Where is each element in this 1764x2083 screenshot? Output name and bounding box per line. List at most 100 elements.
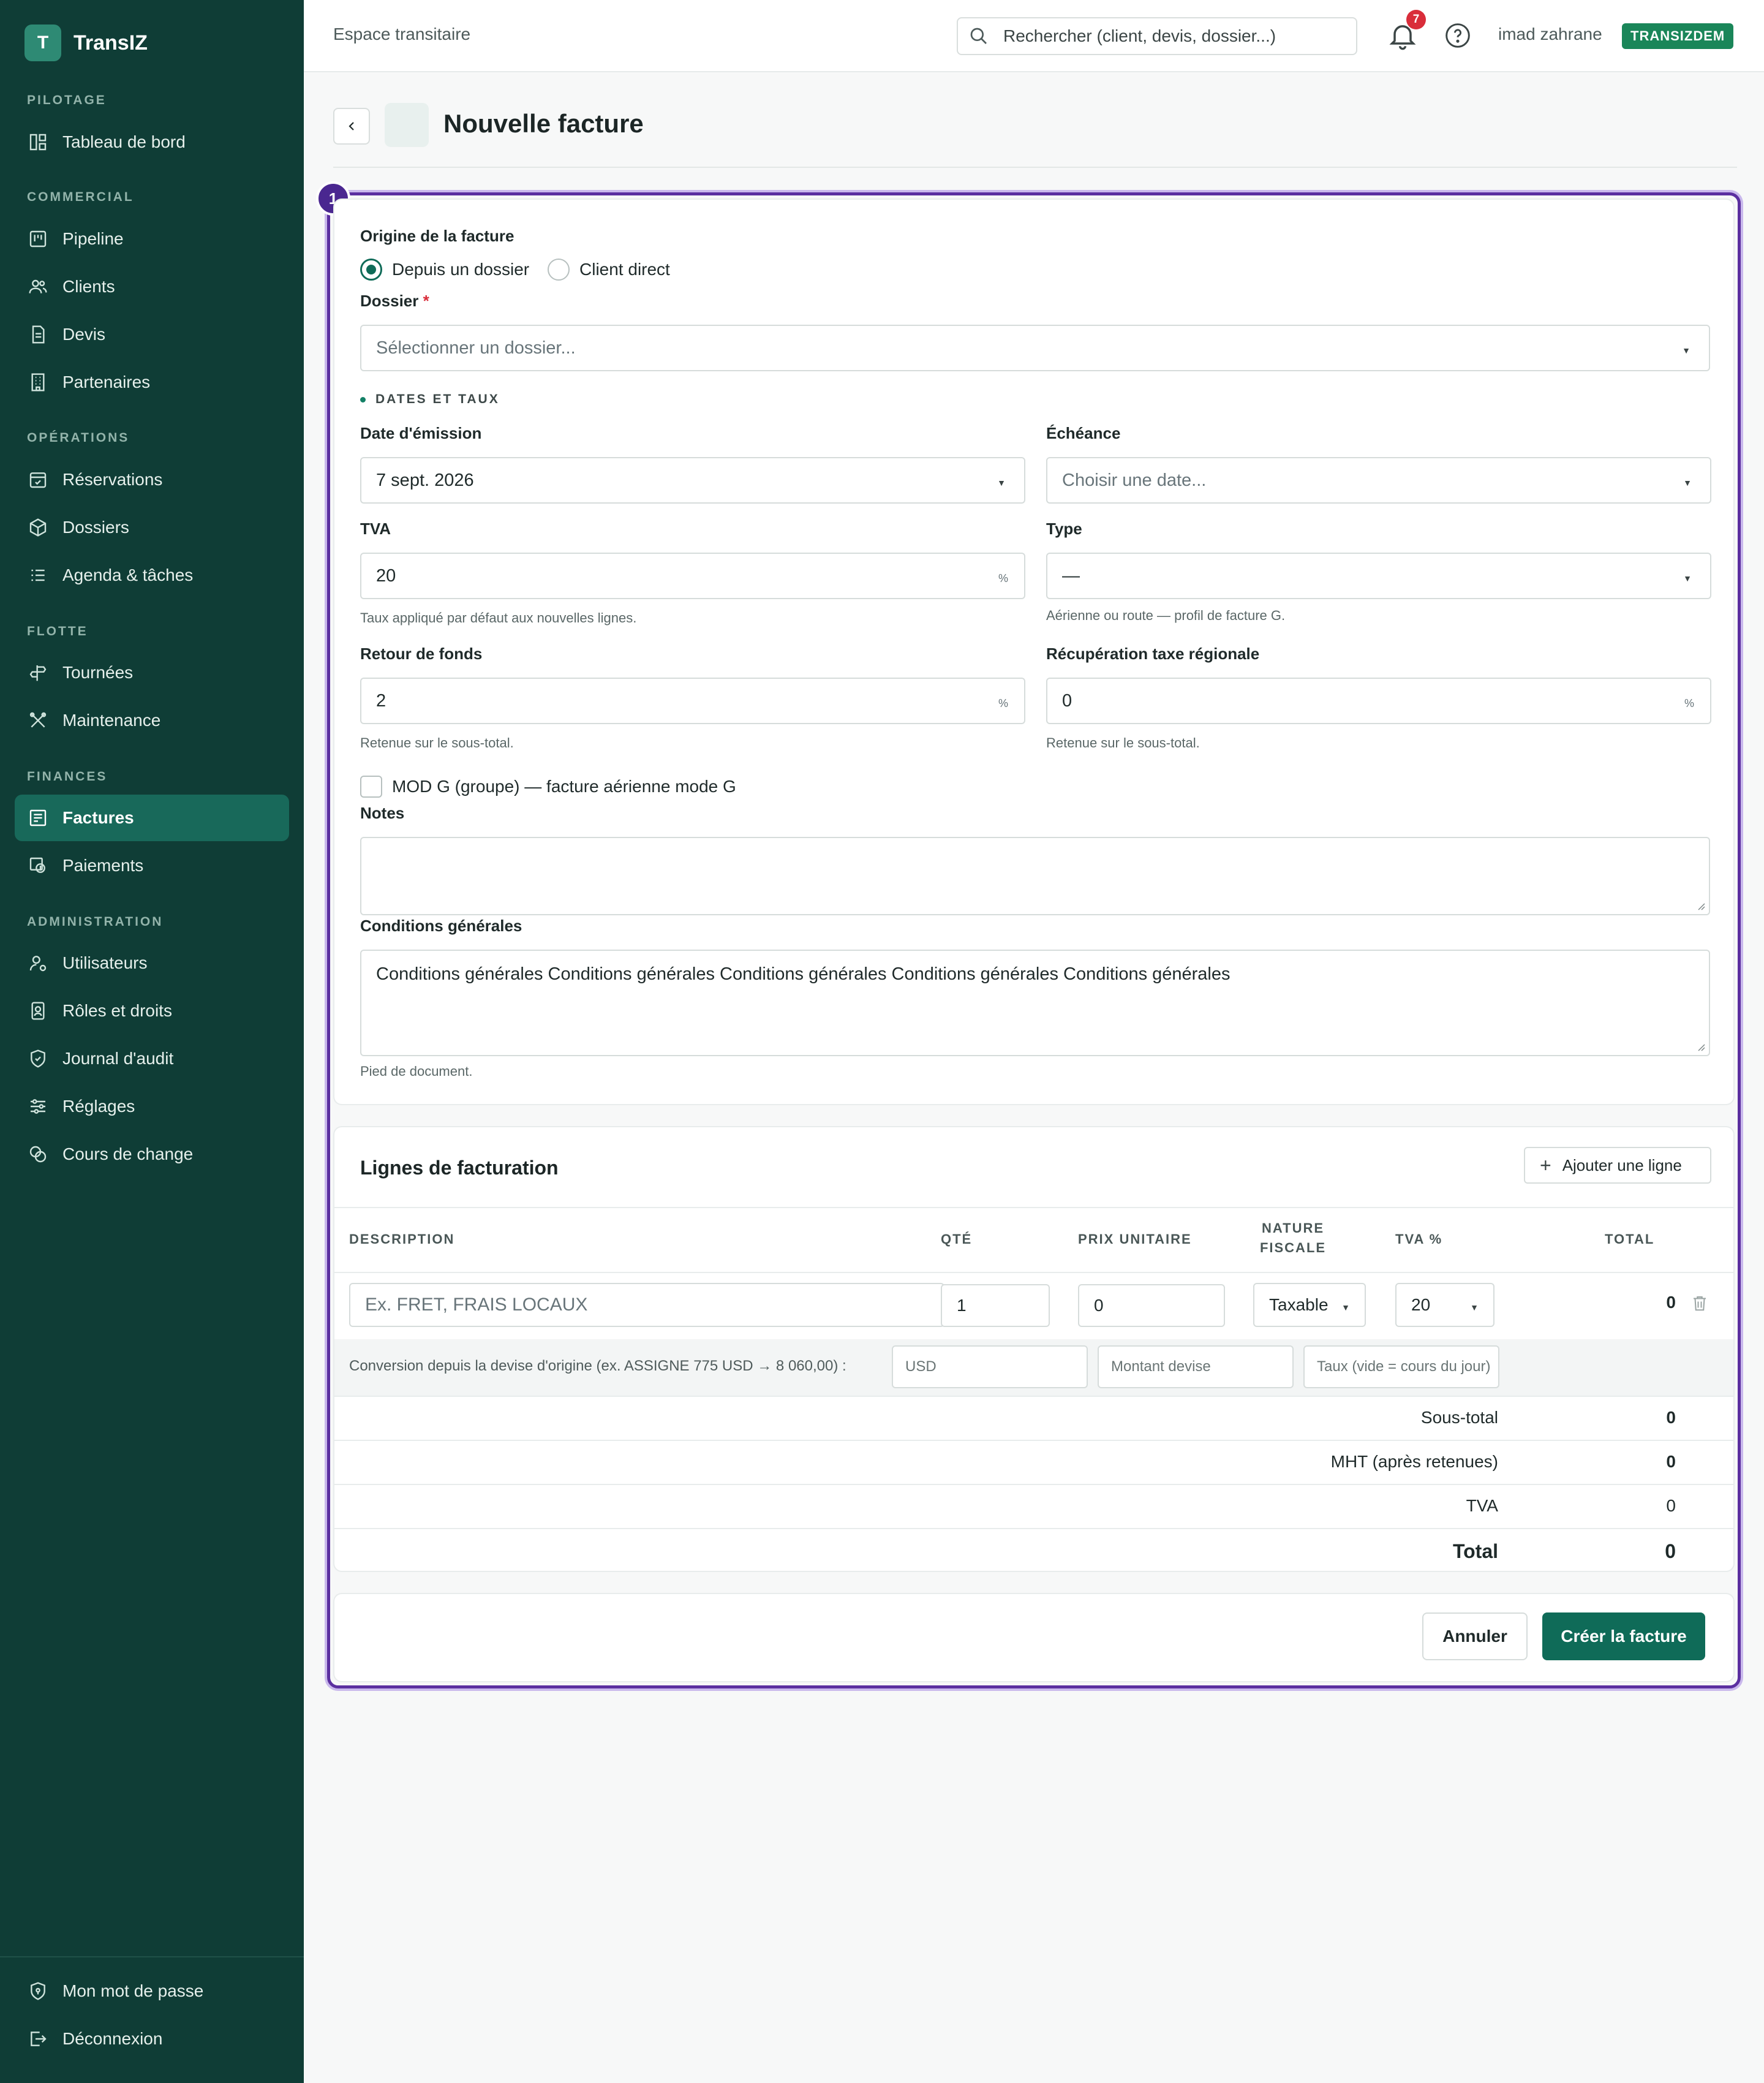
search-input[interactable]	[1003, 26, 1334, 46]
radio-origin-dossier[interactable]: Depuis un dossier	[360, 259, 529, 281]
sidebar-item-utilisateurs[interactable]: Utilisateurs	[15, 940, 289, 986]
sidebar-item-agenda[interactable]: Agenda & tâches	[15, 552, 289, 599]
taxe-input[interactable]: 0 %	[1046, 678, 1711, 724]
plus-icon: +	[1540, 1154, 1551, 1176]
radio-unselected	[548, 259, 570, 281]
sidebar-item-label: Agenda & tâches	[62, 565, 194, 584]
search-box[interactable]	[957, 17, 1357, 55]
line-tva-select[interactable]: 20 ▼	[1395, 1283, 1494, 1327]
notification-count-badge: 7	[1406, 10, 1426, 29]
sidebar-item-label: Réservations	[62, 470, 163, 489]
echeance-picker[interactable]: Choisir une date... ▼	[1046, 457, 1711, 504]
sidebar-item-tournees[interactable]: Tournées	[15, 649, 289, 696]
sidebar: T TransIZ PILOTAGE Tableau de bord COMME…	[0, 0, 304, 2083]
sidebar-item-label: Déconnexion	[62, 2029, 163, 2048]
conversion-label: Conversion depuis la devise d'origine (e…	[349, 1358, 846, 1374]
sidebar-item-clients[interactable]: Clients	[15, 263, 289, 310]
sidebar-item-logout[interactable]: Déconnexion	[15, 2016, 289, 2062]
kanban-icon	[29, 230, 47, 248]
radio-origin-client[interactable]: Client direct	[548, 259, 670, 281]
sidebar-item-password[interactable]: Mon mot de passe	[15, 1968, 289, 2014]
cancel-button[interactable]: Annuler	[1422, 1612, 1528, 1660]
resize-handle-icon[interactable]	[1695, 1042, 1705, 1051]
dossier-select[interactable]: Sélectionner un dossier... ▼	[360, 325, 1710, 371]
column-header-nature: NATURE FISCALE	[1247, 1220, 1339, 1256]
sidebar-item-partenaires[interactable]: Partenaires	[15, 359, 289, 406]
conversion-amount-input[interactable]: Montant devise	[1098, 1345, 1294, 1388]
tva-total-value: 0	[1666, 1496, 1676, 1515]
sidebar-item-label: Mon mot de passe	[62, 1981, 204, 2000]
modg-checkbox[interactable]	[360, 776, 382, 798]
sidebar-item-reglages[interactable]: Réglages	[15, 1083, 289, 1130]
payment-icon	[29, 857, 45, 873]
add-line-label: Ajouter une ligne	[1562, 1155, 1682, 1174]
conversion-rate-placeholder: Taux (vide = cours du jour)	[1317, 1358, 1491, 1375]
line-nature-value: Taxable	[1269, 1295, 1329, 1314]
type-value: —	[1062, 565, 1080, 586]
column-header-description: DESCRIPTION	[349, 1231, 455, 1247]
add-line-button[interactable]: + Ajouter une ligne	[1524, 1147, 1711, 1184]
sidebar-item-pipeline[interactable]: Pipeline	[15, 216, 289, 262]
sidebar-item-dossiers[interactable]: Dossiers	[15, 504, 289, 551]
dates-section-heading: DATES ET TAUX	[360, 392, 500, 407]
line-unit-price-value: 0	[1094, 1296, 1104, 1315]
line-qty-input[interactable]: 1	[941, 1284, 1050, 1327]
conditions-label: Conditions générales	[360, 917, 522, 935]
notes-textarea[interactable]	[360, 837, 1710, 915]
date-emission-picker[interactable]: 7 sept. 2026 ▼	[360, 457, 1025, 504]
sidebar-item-dashboard[interactable]: Tableau de bord	[15, 119, 289, 165]
modg-label[interactable]: MOD G (groupe) — facture aérienne mode G	[392, 777, 736, 796]
sidebar-item-reservations[interactable]: Réservations	[15, 456, 289, 503]
logout-icon	[31, 2032, 47, 2046]
conversion-currency-input[interactable]: USD	[892, 1345, 1088, 1388]
user-cog-icon	[29, 956, 47, 972]
column-header-nature-line1: NATURE	[1261, 1220, 1325, 1236]
create-invoice-button[interactable]: Créer la facture	[1542, 1612, 1705, 1660]
badge-icon	[31, 1002, 45, 1020]
percent-sign: %	[998, 697, 1008, 709]
line-nature-select[interactable]: Taxable ▼	[1253, 1283, 1366, 1327]
sidebar-item-label: Tournées	[62, 663, 134, 682]
line-unit-price-input[interactable]: 0	[1078, 1284, 1225, 1327]
brand-logo: T	[24, 25, 61, 61]
retour-value: 2	[376, 690, 386, 711]
dates-section-text: DATES ET TAUX	[375, 392, 500, 406]
sidebar-item-devis[interactable]: Devis	[15, 311, 289, 358]
sidebar-item-label: Utilisateurs	[62, 953, 148, 972]
conversion-rate-input[interactable]: Taux (vide = cours du jour)	[1303, 1345, 1499, 1388]
conditions-textarea[interactable]: Conditions générales Conditions générale…	[360, 950, 1710, 1056]
resize-handle-icon[interactable]	[1695, 901, 1705, 910]
conversion-row: Conversion depuis la devise d'origine (e…	[334, 1339, 1733, 1396]
caret-down-icon: ▼	[1341, 1302, 1350, 1312]
help-icon[interactable]	[1444, 22, 1471, 49]
sliders-icon	[31, 1099, 45, 1114]
user-name[interactable]: imad zahrane	[1498, 25, 1602, 44]
tva-input[interactable]: 20 %	[360, 553, 1025, 599]
caret-down-icon: ▼	[1682, 346, 1691, 355]
retour-input[interactable]: 2 %	[360, 678, 1025, 724]
sidebar-item-maintenance[interactable]: Maintenance	[15, 697, 289, 744]
trash-icon[interactable]	[1691, 1293, 1709, 1314]
conversion-amount-placeholder: Montant devise	[1111, 1358, 1211, 1375]
mht-label: MHT (après retenues)	[1330, 1452, 1498, 1471]
sidebar-item-label: Cours de change	[62, 1144, 194, 1163]
shield-icon	[31, 1049, 45, 1068]
totals-divider	[334, 1484, 1733, 1485]
calendar-check-icon	[29, 472, 47, 488]
required-mark: *	[423, 292, 429, 310]
brand[interactable]: T TransIZ	[24, 25, 148, 61]
sidebar-item-change[interactable]: Cours de change	[15, 1131, 289, 1178]
back-button[interactable]	[333, 108, 370, 145]
grand-total-label: Total	[1452, 1540, 1498, 1562]
sidebar-item-paiements[interactable]: Paiements	[15, 842, 289, 889]
sidebar-item-factures[interactable]: Factures	[15, 795, 289, 841]
coins-icon	[29, 1146, 47, 1163]
caret-down-icon: ▼	[1683, 573, 1692, 583]
nav-section-pilotage: PILOTAGE	[27, 93, 107, 107]
sidebar-item-roles[interactable]: Rôles et droits	[15, 988, 289, 1034]
sidebar-item-label: Maintenance	[62, 711, 161, 730]
type-select[interactable]: — ▼	[1046, 553, 1711, 599]
line-description-input[interactable]: Ex. FRET, FRAIS LOCAUX	[349, 1283, 944, 1327]
taxe-value: 0	[1062, 690, 1072, 711]
sidebar-item-audit[interactable]: Journal d'audit	[15, 1035, 289, 1082]
